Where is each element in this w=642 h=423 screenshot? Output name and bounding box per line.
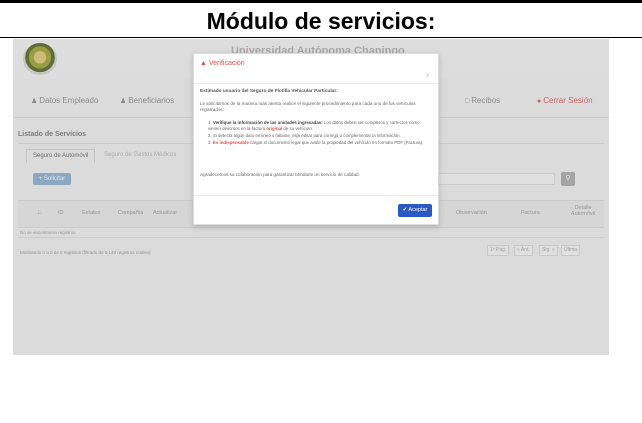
step-text-end: de su vehículo.	[282, 126, 313, 131]
step-number: 2.	[208, 133, 212, 138]
step-text-end: cargar el documento legal que avale la p…	[248, 140, 424, 145]
step-number: 3.	[208, 140, 212, 145]
step-highlight: Es indispensable	[212, 140, 249, 145]
modal-header-divider	[194, 83, 438, 84]
modal-title: ▲ Verificación	[200, 60, 245, 67]
step-bold-text: Verifique la información de las unidades…	[212, 120, 323, 125]
title-rule	[0, 37, 642, 38]
step-2: 2. Si detecta algún dato erróneo o falta…	[208, 133, 432, 139]
modal-intro: Le solicitamos de la manera más atenta r…	[200, 101, 416, 112]
slide-title: Módulo de servicios:	[206, 8, 436, 34]
verification-modal: ▲ Verificación × Estimado usuario del Se…	[193, 53, 439, 225]
modal-steps: 1. Verifique la información de las unida…	[208, 120, 432, 147]
modal-title-text: Verificación	[208, 60, 245, 67]
modal-footer-divider	[194, 195, 438, 196]
step-3: 3. Es indispensable cargar el documento …	[208, 140, 432, 146]
modal-greeting: Estimado usuario del Seguro de Flotilla …	[200, 89, 338, 94]
close-icon[interactable]: ×	[425, 71, 430, 80]
step-number: 1.	[208, 120, 212, 125]
step-1: 1. Verifique la información de las unida…	[208, 120, 432, 132]
modal-thanks: Agradecemos su colaboración para garanti…	[200, 172, 360, 177]
step-highlight: original	[266, 126, 283, 131]
warning-icon: ▲	[200, 60, 207, 67]
app-screenshot: Universidad Autónoma Chapingo ♟ Datos Emp…	[13, 39, 609, 355]
top-rule	[0, 0, 642, 3]
accept-button[interactable]: ✔ Aceptar	[398, 204, 432, 217]
step-text: Si detecta algún dato erróneo o faltante…	[212, 133, 401, 138]
